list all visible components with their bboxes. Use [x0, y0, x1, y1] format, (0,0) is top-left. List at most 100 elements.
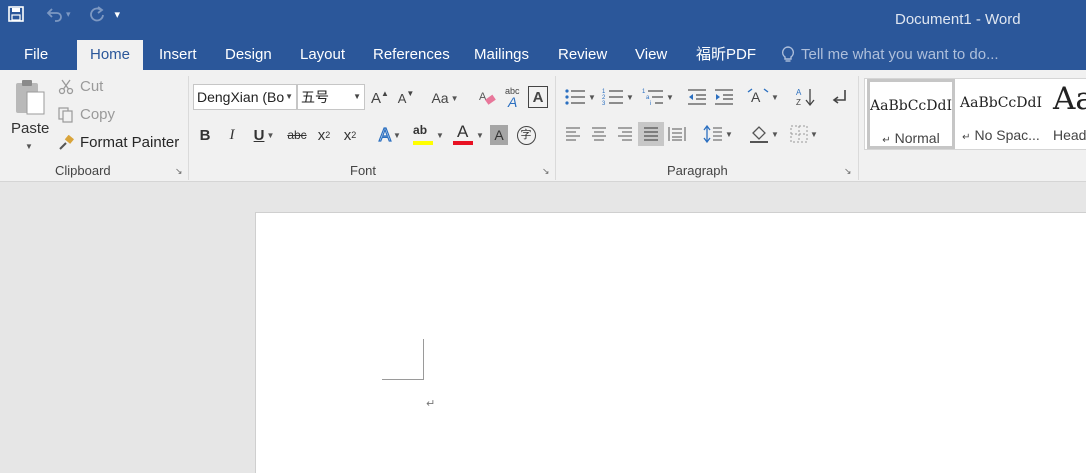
underline-button[interactable]: U ▼ [249, 122, 279, 148]
grow-font-icon: A [371, 89, 382, 107]
superscript-button[interactable]: x2 [340, 122, 360, 148]
style-normal[interactable]: AaBbCcDdI ↵ Normal [867, 79, 955, 149]
tab-home[interactable]: Home [77, 40, 144, 70]
cut-button[interactable]: Cut [58, 78, 103, 95]
chinese-layout-button[interactable]: A ▼ [745, 86, 781, 108]
customize-qat-button[interactable]: ▾ [115, 8, 121, 21]
tab-layout[interactable]: Layout [300, 40, 345, 70]
decrease-indent-button[interactable] [685, 86, 709, 108]
format-painter-button[interactable]: Format Painter [58, 134, 179, 151]
document-title: Document1 - Word [895, 11, 1021, 28]
tab-insert[interactable]: Insert [159, 40, 197, 70]
style-name-label: Normal [894, 130, 940, 146]
shrink-font-button[interactable]: A ▼ [397, 87, 415, 109]
sort-icon: AZ [796, 88, 815, 107]
character-border-button[interactable]: A [528, 86, 548, 108]
paragraph-mark: ↵ [962, 132, 971, 143]
style-sample: Aa [1053, 81, 1086, 117]
line-spacing-button[interactable]: ▼ [700, 123, 736, 145]
bold-button[interactable]: B [196, 122, 214, 148]
paintbrush-icon [59, 134, 74, 150]
superscript-icon: x [343, 126, 352, 144]
cut-label: Cut [80, 78, 104, 95]
decrease-indent-icon [688, 89, 706, 105]
numbering-button[interactable]: 1 2 3 ▼ [600, 86, 636, 108]
tab-file[interactable]: File [24, 40, 48, 70]
grow-font-button[interactable]: A ▲ [371, 87, 389, 109]
distributed-button[interactable] [666, 123, 688, 145]
ribbon-tabs: File Home Insert Design Layout Reference… [0, 40, 1086, 70]
style-name-label: No Spac... [974, 127, 1040, 143]
redo-icon[interactable] [89, 3, 105, 25]
paste-icon[interactable] [14, 78, 46, 116]
show-hide-marks-button[interactable] [830, 86, 850, 108]
lightbulb-icon [781, 46, 795, 62]
font-name-combobox[interactable]: DengXian (Bo ▼ [193, 84, 297, 110]
text-effects-button[interactable]: A ▼ [374, 122, 406, 148]
svg-text:3: 3 [602, 101, 606, 106]
align-right-icon [618, 127, 632, 141]
font-size-value: 五号 [301, 89, 329, 105]
character-shading-button[interactable]: A [490, 125, 508, 145]
highlight-color-button[interactable]: ab ▼ [410, 122, 446, 148]
paragraph-mark: ↵ [882, 135, 891, 146]
bullets-button[interactable]: ▼ [562, 86, 598, 108]
distributed-icon [668, 127, 686, 141]
font-size-combobox[interactable]: 五号 ▼ [297, 84, 365, 110]
font-color-bar [453, 141, 474, 145]
paste-dropdown-caret[interactable]: ▼ [25, 142, 33, 151]
save-icon[interactable] [8, 3, 24, 25]
align-center-button[interactable] [588, 123, 610, 145]
svg-text:A: A [507, 94, 517, 109]
subscript-icon: x [317, 126, 326, 144]
document-page[interactable]: ↵ [255, 212, 1086, 473]
clear-formatting-button[interactable]: A [478, 87, 498, 109]
style-name: ↵ Normal [870, 130, 952, 146]
clipboard-group-label: Clipboard [55, 163, 111, 178]
phonetic-guide-icon: abcA [505, 86, 520, 109]
svg-text:A: A [796, 88, 802, 97]
text-effects-icon: A [378, 124, 392, 145]
font-color-button[interactable]: A ▼ [450, 122, 486, 148]
undo-icon[interactable]: ▾ [46, 3, 71, 25]
tab-review[interactable]: Review [558, 40, 607, 70]
group-divider [188, 76, 189, 180]
sort-button[interactable]: AZ [795, 86, 817, 108]
paste-button[interactable]: Paste [11, 120, 49, 137]
tell-me-box[interactable]: Tell me what you want to do... [781, 40, 999, 70]
align-left-icon [566, 127, 580, 141]
justify-button[interactable] [638, 122, 664, 146]
svg-text:A: A [751, 89, 761, 105]
subscript-button[interactable]: x2 [314, 122, 334, 148]
tab-foxit-pdf[interactable]: 福昕PDF [696, 40, 756, 70]
style-heading-1[interactable]: Aa Head [1047, 79, 1086, 149]
phonetic-guide-button[interactable]: abc A [502, 84, 524, 110]
shading-button[interactable]: ▼ [746, 123, 782, 145]
paragraph-mark-icon [832, 90, 846, 104]
tab-view[interactable]: View [635, 40, 667, 70]
tab-mailings[interactable]: Mailings [474, 40, 529, 70]
italic-button[interactable]: I [223, 122, 241, 148]
subscript-suffix: 2 [325, 130, 331, 140]
font-name-value: DengXian (Bo [197, 89, 285, 105]
style-no-spacing[interactable]: AaBbCcDdI ↵ No Spac... [957, 79, 1045, 149]
strikethrough-button[interactable]: abc [285, 122, 309, 148]
font-launcher-icon[interactable]: ↘ [542, 166, 550, 177]
multilevel-list-button[interactable]: 1 a i ▼ [640, 86, 676, 108]
tab-references[interactable]: References [373, 40, 450, 70]
highlight-color-bar [413, 141, 434, 145]
copy-button[interactable]: Copy [58, 106, 115, 123]
align-right-button[interactable] [614, 123, 636, 145]
paragraph-launcher-icon[interactable]: ↘ [844, 166, 852, 177]
chinese-layout-icon: A [747, 88, 769, 105]
style-name: Head [1053, 127, 1086, 143]
change-case-button[interactable]: Aa ▼ [429, 87, 461, 109]
tab-design[interactable]: Design [225, 40, 272, 70]
clipboard-launcher-icon[interactable]: ↘ [175, 166, 183, 177]
paint-bucket-icon [750, 126, 769, 143]
enclose-characters-button[interactable]: 字 [515, 122, 537, 148]
increase-indent-button[interactable] [712, 86, 736, 108]
highlighter-label: ab [413, 123, 428, 137]
align-left-button[interactable] [562, 123, 584, 145]
borders-button[interactable]: ▼ [786, 123, 822, 145]
